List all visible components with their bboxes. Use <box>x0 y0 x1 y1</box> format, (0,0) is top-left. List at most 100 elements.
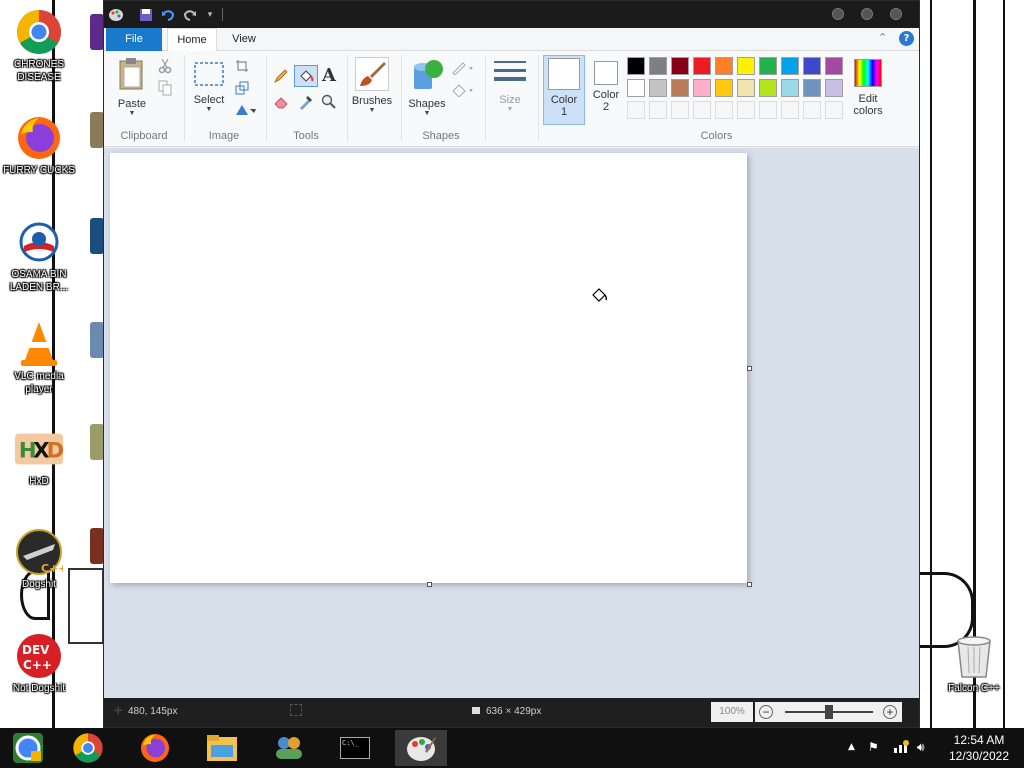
palette-swatch[interactable] <box>825 79 843 97</box>
taskbar-chrome-icon[interactable] <box>62 730 114 766</box>
title-bar[interactable]: ▾ <box>104 1 919 28</box>
crop-icon[interactable] <box>233 57 251 75</box>
help-icon[interactable]: ? <box>899 31 914 46</box>
size-button[interactable]: Size ▼ <box>490 59 530 113</box>
svg-text:D: D <box>47 438 63 463</box>
partial-desktop-icon <box>90 424 104 460</box>
desktop-icon-not-dogshit[interactable]: DEV C++ Not Dogshit <box>1 632 77 695</box>
volume-icon[interactable]: 🔊︎ <box>917 740 925 755</box>
palette-swatch[interactable] <box>781 57 799 75</box>
clock[interactable]: 12:54 AM 12/30/2022 <box>936 732 1022 764</box>
fill-icon[interactable] <box>450 81 476 99</box>
color1-button[interactable]: Color 1 <box>543 55 585 125</box>
palette-swatch-empty[interactable] <box>803 101 821 119</box>
edit-colors-button[interactable]: Edit colors <box>846 55 890 117</box>
zoom-out-icon[interactable]: − <box>759 705 773 719</box>
magnifier-icon[interactable] <box>320 93 338 111</box>
palette-swatch[interactable] <box>781 79 799 97</box>
palette-swatch-empty[interactable] <box>671 101 689 119</box>
palette-swatch[interactable] <box>693 57 711 75</box>
minimize-button[interactable] <box>832 8 844 20</box>
canvas-size: 636 × 429px <box>486 706 542 717</box>
palette-swatch[interactable] <box>649 57 667 75</box>
resize-handle-bottom[interactable] <box>427 582 432 587</box>
outline-icon[interactable] <box>450 59 476 77</box>
eraser-icon[interactable] <box>272 93 290 111</box>
desktop-icon-furry-cucks[interactable]: FURRY CUCKS <box>1 114 77 177</box>
taskbar-firefox-icon[interactable] <box>129 730 181 766</box>
redo-icon[interactable] <box>182 7 198 23</box>
taskbar-people-icon[interactable] <box>263 730 315 766</box>
tab-home[interactable]: Home <box>167 28 217 52</box>
desktop-icon-osama-bin-laden[interactable]: OSAMA BIN LADEN BR... <box>1 218 77 294</box>
palette-swatch[interactable] <box>737 79 755 97</box>
palette-swatch-empty[interactable] <box>627 101 645 119</box>
palette-swatch[interactable] <box>649 79 667 97</box>
desktop-icon-vlc[interactable]: VLC media player <box>1 320 77 396</box>
paste-button[interactable]: Paste ▼ <box>112 57 152 117</box>
shapes-button[interactable]: Shapes ▼ <box>405 57 449 117</box>
customize-qat-icon[interactable]: ▾ <box>202 7 218 23</box>
palette-swatch[interactable] <box>759 57 777 75</box>
palette-swatch[interactable] <box>671 57 689 75</box>
palette-swatch[interactable] <box>715 79 733 97</box>
paint-app-icon[interactable] <box>108 7 124 23</box>
palette-swatch[interactable] <box>825 57 843 75</box>
desktop-icon-dogshit[interactable]: C++ Dogshit <box>1 528 77 591</box>
palette-swatch-empty[interactable] <box>759 101 777 119</box>
tab-view[interactable]: View <box>222 28 266 51</box>
save-icon[interactable] <box>138 7 154 23</box>
palette-swatch[interactable] <box>803 57 821 75</box>
palette-swatch[interactable] <box>671 79 689 97</box>
action-center-flag-icon[interactable]: ⚑ <box>868 740 879 754</box>
palette-swatch-empty[interactable] <box>649 101 667 119</box>
desktop-icon-hxd[interactable]: HXD HxD <box>1 425 77 488</box>
group-separator <box>401 55 402 141</box>
palette-swatch-empty[interactable] <box>693 101 711 119</box>
color-picker-icon[interactable] <box>297 93 315 111</box>
zoom-in-icon[interactable]: + <box>883 705 897 719</box>
copy-icon[interactable] <box>156 79 174 97</box>
desktop-icon-recycle-bin[interactable]: Falcon C++ <box>936 632 1012 695</box>
palette-swatch-empty[interactable] <box>825 101 843 119</box>
palette-swatch[interactable] <box>759 79 777 97</box>
color2-button[interactable]: Color 2 <box>587 59 625 113</box>
tab-file[interactable]: File <box>106 28 162 51</box>
fill-bucket-icon[interactable] <box>294 65 318 87</box>
palette-swatch[interactable] <box>627 79 645 97</box>
color2-swatch <box>594 61 618 85</box>
resize-handle-right[interactable] <box>747 366 752 371</box>
maximize-button[interactable] <box>861 8 873 20</box>
palette-swatch[interactable] <box>693 79 711 97</box>
chevron-down-icon: ▼ <box>506 106 514 113</box>
pencil-icon[interactable] <box>272 67 290 85</box>
resize-icon[interactable] <box>233 79 251 97</box>
network-icon[interactable] <box>893 740 909 757</box>
brushes-button[interactable]: Brushes ▼ <box>350 57 394 114</box>
resize-handle-corner[interactable] <box>747 582 752 587</box>
collapse-ribbon-icon[interactable]: ⌃ <box>878 31 887 44</box>
taskbar-paint-icon[interactable] <box>395 730 447 766</box>
cut-icon[interactable] <box>156 57 174 75</box>
drawing-canvas[interactable] <box>110 153 747 583</box>
taskbar-cmd-icon[interactable]: C:\_ <box>329 730 381 766</box>
palette-swatch-empty[interactable] <box>737 101 755 119</box>
palette-swatch[interactable] <box>737 57 755 75</box>
taskbar-file-explorer-icon[interactable] <box>196 730 248 766</box>
tray-overflow-icon[interactable]: ▲ <box>848 742 855 752</box>
palette-swatch[interactable] <box>627 57 645 75</box>
palette-swatch-empty[interactable] <box>781 101 799 119</box>
palette-swatch[interactable] <box>715 57 733 75</box>
undo-icon[interactable] <box>160 7 176 23</box>
desktop-icon-chrones-disease[interactable]: CHRONES DISEASE <box>1 8 77 84</box>
taskbar-chrome-new-icon[interactable] <box>2 730 54 766</box>
colors-group-label: Colors <box>700 130 733 142</box>
palette-swatch[interactable] <box>803 79 821 97</box>
close-button[interactable] <box>890 8 902 20</box>
text-tool-icon[interactable]: A <box>322 65 336 86</box>
size-label: Size <box>499 94 521 106</box>
rotate-icon[interactable] <box>233 101 259 119</box>
palette-swatch-empty[interactable] <box>715 101 733 119</box>
zoom-slider-thumb[interactable] <box>825 705 833 719</box>
select-button[interactable]: Select ▼ <box>190 61 228 113</box>
